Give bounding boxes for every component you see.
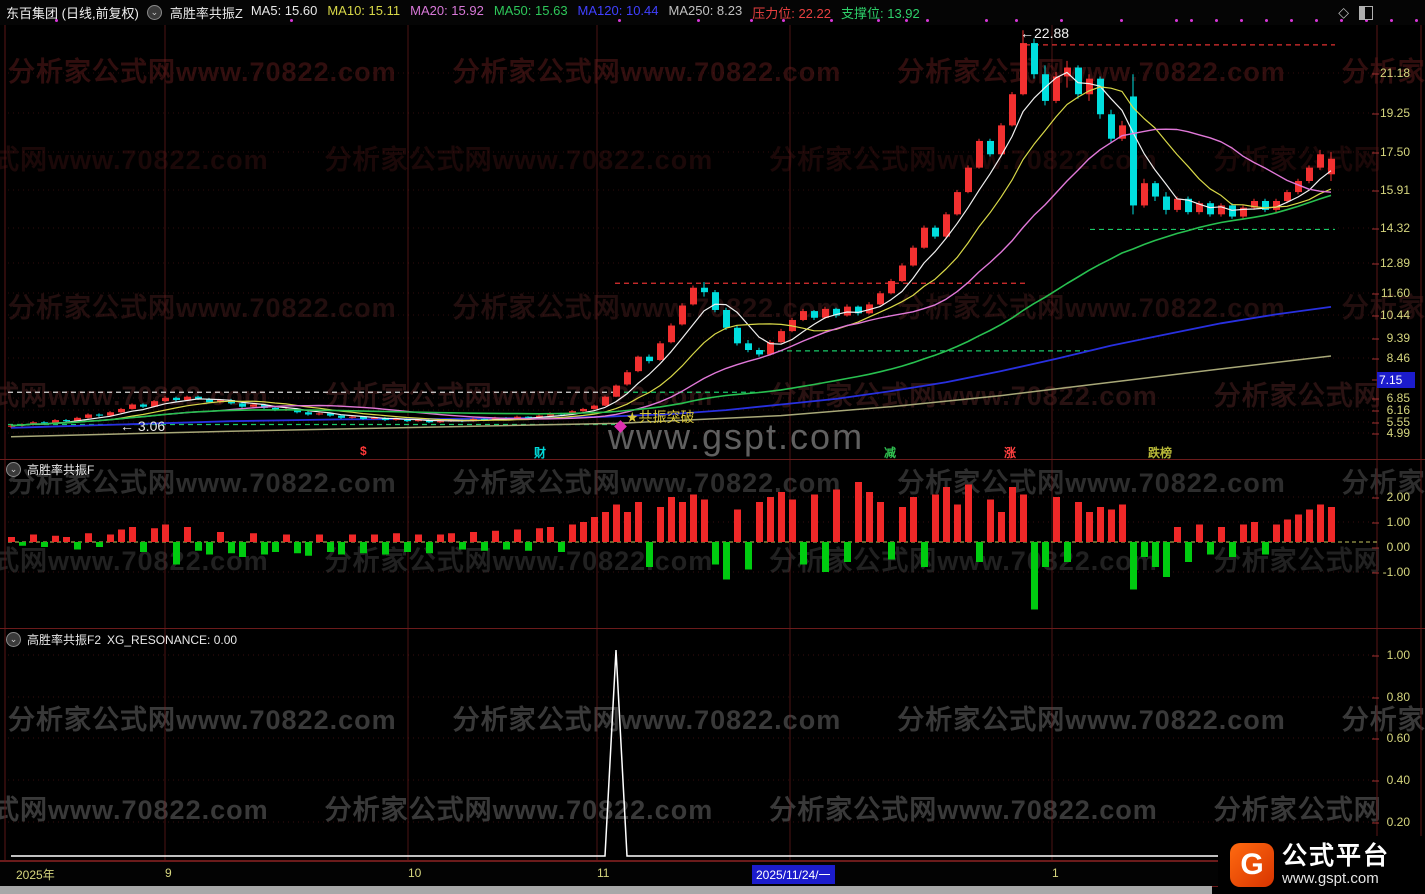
- price-axis-label: 19.25: [1378, 106, 1410, 120]
- collapse-main-panel-icon[interactable]: ⌄: [147, 5, 162, 20]
- signal-dot: [877, 19, 880, 22]
- signal-dot: [1060, 19, 1063, 22]
- gspt-logo-url: www.gspt.com: [1282, 871, 1390, 888]
- date-axis-bar[interactable]: 2025年 910111 2025/11/24/一: [0, 861, 1425, 887]
- signal-dot: [1240, 19, 1243, 22]
- price-axis-label: 11.60: [1378, 286, 1410, 300]
- signal-dot: [290, 19, 293, 22]
- price-axis-label: 4.99: [1378, 426, 1410, 440]
- indicator-name: 高胜率共振Z: [170, 3, 243, 22]
- signal-dot: [1015, 19, 1018, 22]
- panel3-header: ⌄ 高胜率共振F2 XG_RESONANCE: 0.00: [6, 631, 237, 648]
- panel3-axis-label: 0.40: [1378, 773, 1410, 787]
- signal-dot: [1415, 19, 1418, 22]
- signal-dot: [905, 19, 908, 22]
- panel3-axis-label: 1.00: [1378, 648, 1410, 662]
- signal-dot: [697, 19, 700, 22]
- top-info-bar: 东百集团 (日线,前复权) ⌄ 高胜率共振Z MA5: 15.60 MA10: 1…: [0, 0, 1425, 25]
- signal-dot: [750, 19, 753, 22]
- event-marker: 跌榜: [1148, 444, 1172, 461]
- indicator-value: MA5: 15.60: [251, 3, 318, 22]
- price-axis-label: 15.91: [1378, 183, 1410, 197]
- chart-annotation: ←22.88: [1020, 25, 1069, 41]
- gspt-logo[interactable]: G 公式平台 www.gspt.com: [1218, 836, 1425, 894]
- indicator-value: 压力位: 22.22: [752, 3, 831, 22]
- collapse-panel3-icon[interactable]: ⌄: [6, 632, 21, 647]
- month-label: 1: [1052, 866, 1059, 880]
- stock-title: 东百集团 (日线,前复权): [6, 3, 139, 22]
- crosshair-date-box: 2025/11/24/一: [752, 865, 835, 884]
- event-marker: 财: [534, 444, 546, 461]
- price-axis-label: 17.50: [1378, 145, 1410, 159]
- gspt-logo-icon: G: [1230, 843, 1274, 887]
- price-axis-label: 8.46: [1378, 351, 1410, 365]
- signal-dot: [782, 19, 785, 22]
- signal-dot: [55, 19, 58, 22]
- signal-dot: [1265, 19, 1268, 22]
- panel2-title: 高胜率共振F: [27, 461, 94, 478]
- crosshair-price-box: 7.15: [1377, 372, 1415, 388]
- gspt-logo-name: 公式平台: [1282, 843, 1390, 871]
- signal-dot: [1290, 19, 1293, 22]
- bottom-scrollbar[interactable]: [0, 886, 1212, 894]
- chart-annotation: ★共振突破: [626, 407, 695, 427]
- signal-dot: [1120, 19, 1123, 22]
- year-label: 2025年: [16, 866, 55, 883]
- signal-dot: [830, 19, 833, 22]
- panel3-axis-label: 0.60: [1378, 731, 1410, 745]
- signal-dot: [618, 19, 621, 22]
- event-marker: 涨: [1004, 444, 1016, 461]
- panel2-header: ⌄ 高胜率共振F: [6, 461, 94, 478]
- chart-annotation: ← 3.06: [120, 418, 165, 434]
- signal-dot: [985, 19, 988, 22]
- indicator-value: MA250: 8.23: [669, 3, 743, 22]
- panel2-axis-label: 2.00: [1378, 490, 1410, 504]
- signal-dot: [1390, 19, 1393, 22]
- signal-dot: [1315, 19, 1318, 22]
- panel3-axis-label: 0.20: [1378, 815, 1410, 829]
- price-axis-label: 14.32: [1378, 221, 1410, 235]
- indicator-value: MA50: 15.63: [494, 3, 568, 22]
- signal-dot: [1175, 19, 1178, 22]
- signal-dot: [1190, 19, 1193, 22]
- indicator-values: MA5: 15.60 MA10: 15.11 MA20: 15.92 MA50: 15…: [251, 3, 920, 22]
- event-marker: $: [360, 444, 367, 458]
- chart-application-window: 西股公式 核心逻辑是增加了出行突破（数码）＋压力位前线突破（技术）＋蓝线趋势（M…: [0, 0, 1425, 894]
- panel3-axis-label: 0.80: [1378, 690, 1410, 704]
- panel3-value: XG_RESONANCE: 0.00: [107, 633, 237, 647]
- event-marker: 减: [884, 444, 896, 461]
- price-axis-label: 9.39: [1378, 331, 1410, 345]
- diamond-tool-icon[interactable]: ◇: [1338, 4, 1349, 21]
- signal-dot: [1215, 19, 1218, 22]
- panel2-axis-label: 1.00: [1378, 515, 1410, 529]
- indicator-value: MA20: 15.92: [410, 3, 484, 22]
- month-label: 9: [165, 866, 172, 880]
- price-axis-label: 12.89: [1378, 256, 1410, 270]
- panel2-axis-label: -1.00: [1378, 565, 1410, 579]
- panel3-title: 高胜率共振F2: [27, 631, 101, 648]
- panel2-axis-label: 0.00: [1378, 540, 1410, 554]
- month-label: 11: [597, 866, 609, 880]
- panel-layout-icon[interactable]: [1359, 6, 1373, 20]
- collapse-panel2-icon[interactable]: ⌄: [6, 462, 21, 477]
- price-axis-label: 21.18: [1378, 66, 1410, 80]
- indicator-value: MA10: 15.11: [327, 3, 400, 22]
- month-label: 10: [408, 866, 421, 880]
- price-axis-label: 10.44: [1378, 308, 1410, 322]
- signal-dot: [926, 19, 929, 22]
